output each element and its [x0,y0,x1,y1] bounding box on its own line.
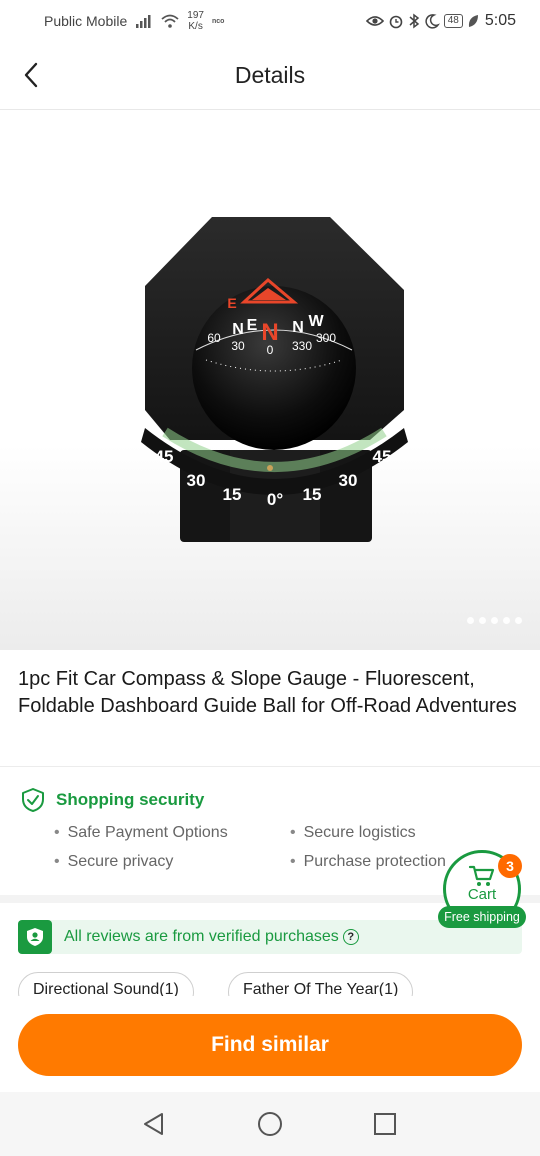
speed-unit: K/s [188,21,203,32]
security-item: Safe Payment Options [54,824,228,842]
security-item: Purchase protection [290,853,446,871]
dial-letter: E [247,317,258,334]
wifi-icon [161,14,179,28]
compass-illustration: E N E N N W 60 30 0 330 300 45 30 15 0° … [141,217,408,542]
header: Details [0,42,540,110]
slope-number: 30 [187,471,206,490]
cart-count-badge: 3 [498,854,522,878]
security-header: Shopping security [20,787,204,813]
product-image-carousel[interactable]: E N E N N W 60 30 0 330 300 45 30 15 0° … [0,110,540,650]
slope-number: 15 [223,485,242,504]
review-tag[interactable]: Father Of The Year(1) [228,972,414,996]
carrier-label: Public Mobile [44,13,128,29]
dial-letter: N [232,321,244,338]
dial-number: 0 [267,343,274,357]
signal-icon [136,15,151,28]
speed-value: 197 [187,10,204,21]
nfc-label: nco [211,17,225,25]
back-button[interactable] [14,58,48,92]
clock: 5:05 [484,12,516,29]
eye-icon [365,16,384,26]
page-title: Details [234,62,306,88]
carousel-dot [467,617,474,624]
cart-icon [468,865,495,886]
help-icon[interactable]: ? [342,929,359,945]
shield-check-icon [22,788,44,812]
security-item: Secure privacy [54,853,174,871]
chevron-left-icon [24,62,38,88]
slope-number: 0° [267,490,283,509]
nav-home-icon[interactable] [256,1110,284,1138]
security-title: Shopping security [56,790,205,809]
dial-number: 300 [316,331,336,345]
security-item: Secure logistics [290,824,416,842]
dial-number: 60 [207,331,221,345]
find-similar-button[interactable]: Find similar [18,1014,522,1076]
status-left: Public Mobile 197 K/s nco [44,10,224,32]
carousel-dot [503,617,510,624]
bluetooth-icon [409,13,419,29]
bottom-action-bar: Find similar [0,996,540,1092]
dial-number: 330 [292,339,312,353]
dial-letter: N [261,319,278,346]
verified-badge [18,920,52,954]
slope-number: 15 [303,485,322,504]
moon-icon [425,14,440,29]
verified-user-icon [27,928,43,946]
battery-indicator: 48 [443,14,463,28]
nav-back-icon[interactable] [140,1110,168,1138]
status-bar: Public Mobile 197 K/s nco 48 5:05 [0,0,540,42]
cart-label: Cart [467,886,497,903]
alarm-icon [389,15,403,29]
slope-number: 30 [339,471,358,490]
carousel-dot [479,617,486,624]
nav-recents-icon[interactable] [371,1110,399,1138]
dial-number: 30 [231,339,245,353]
review-tags: Directional Sound(1) Father Of The Year(… [0,970,540,996]
free-shipping-badge: Free shipping [438,906,526,928]
system-navigation-bar [0,1092,540,1156]
carousel-dots [467,617,522,624]
dial-letter: W [308,313,324,330]
product-title: 1pc Fit Car Compass & Slope Gauge - Fluo… [18,668,517,717]
slope-number: 45 [155,447,174,466]
verified-reviews-text: All reviews are from verified purchases [64,928,339,945]
floating-cart-button[interactable]: Cart Free shipping 3 [438,848,526,932]
slope-number: 45 [373,447,392,466]
dial-letter: N [292,319,304,336]
leaf-icon [468,15,478,27]
status-right: 48 5:05 [365,12,516,30]
network-speed: 197 K/s [187,10,204,32]
review-tag[interactable]: Directional Sound(1) [18,972,194,996]
dial-letter: E [227,295,236,311]
carousel-dot [515,617,522,624]
carousel-dot [491,617,498,624]
